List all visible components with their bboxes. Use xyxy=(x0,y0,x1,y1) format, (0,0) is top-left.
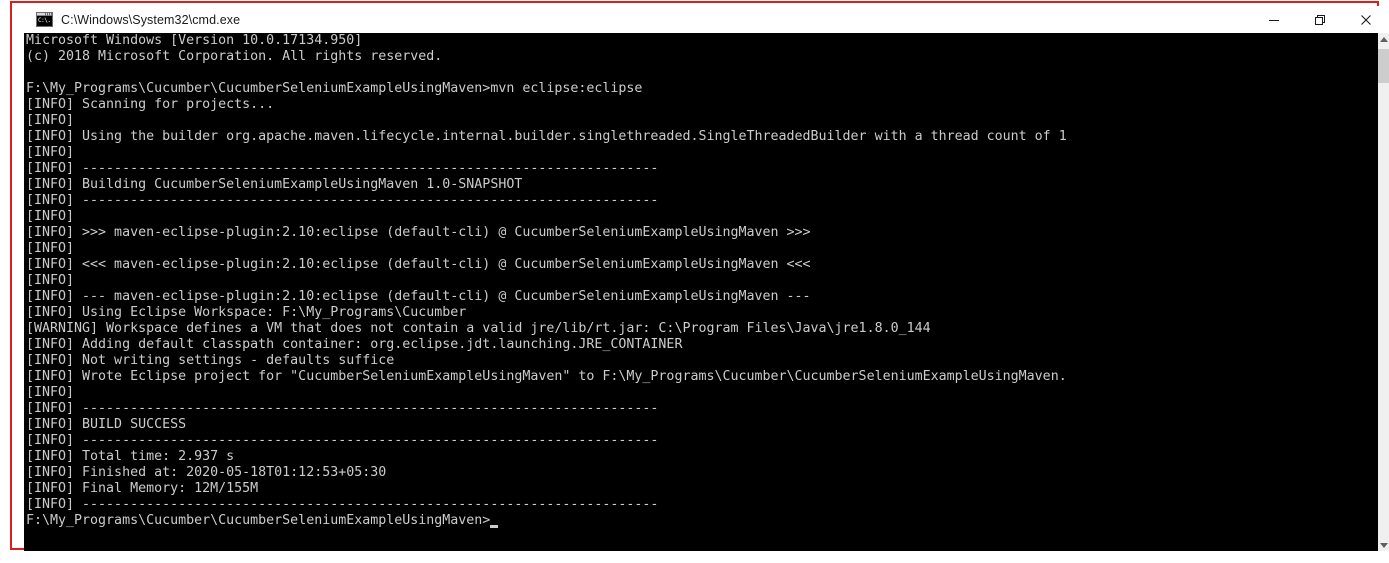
scroll-down-icon xyxy=(1379,542,1388,548)
text-cursor xyxy=(490,525,499,528)
close-button[interactable] xyxy=(1343,6,1389,33)
window-controls xyxy=(1251,6,1389,33)
window-title: C:\Windows\System32\cmd.exe xyxy=(61,12,241,27)
restore-button[interactable] xyxy=(1297,6,1343,33)
console-icon-glyph: C:\. xyxy=(37,16,52,26)
scrollbar-up-button[interactable] xyxy=(1378,33,1389,45)
console-icon: C:\. xyxy=(36,12,53,27)
title-bar[interactable]: C:\. C:\Windows\System32\cmd.exe xyxy=(24,6,1389,33)
minimize-button[interactable] xyxy=(1251,6,1297,33)
console-scrollbar[interactable] xyxy=(1378,33,1389,551)
close-icon xyxy=(1361,14,1371,25)
scrollbar-down-button[interactable] xyxy=(1378,539,1389,551)
minimize-icon xyxy=(1269,19,1279,21)
command-prompt: F:\My_Programs\Cucumber\CucumberSelenium… xyxy=(26,513,491,528)
scrollbar-thumb[interactable] xyxy=(1378,49,1389,83)
scroll-up-icon xyxy=(1379,36,1388,42)
cmd-window: C:\. C:\Windows\System32\cmd.exe Microso… xyxy=(10,1,1389,551)
scrollbar-track[interactable] xyxy=(1378,45,1389,539)
restore-icon xyxy=(1315,14,1325,25)
console-lines: Microsoft Windows [Version 10.0.17134.95… xyxy=(26,33,1067,512)
console-text: Microsoft Windows [Version 10.0.17134.95… xyxy=(26,33,1067,529)
console-output-area[interactable]: Microsoft Windows [Version 10.0.17134.95… xyxy=(24,33,1378,551)
